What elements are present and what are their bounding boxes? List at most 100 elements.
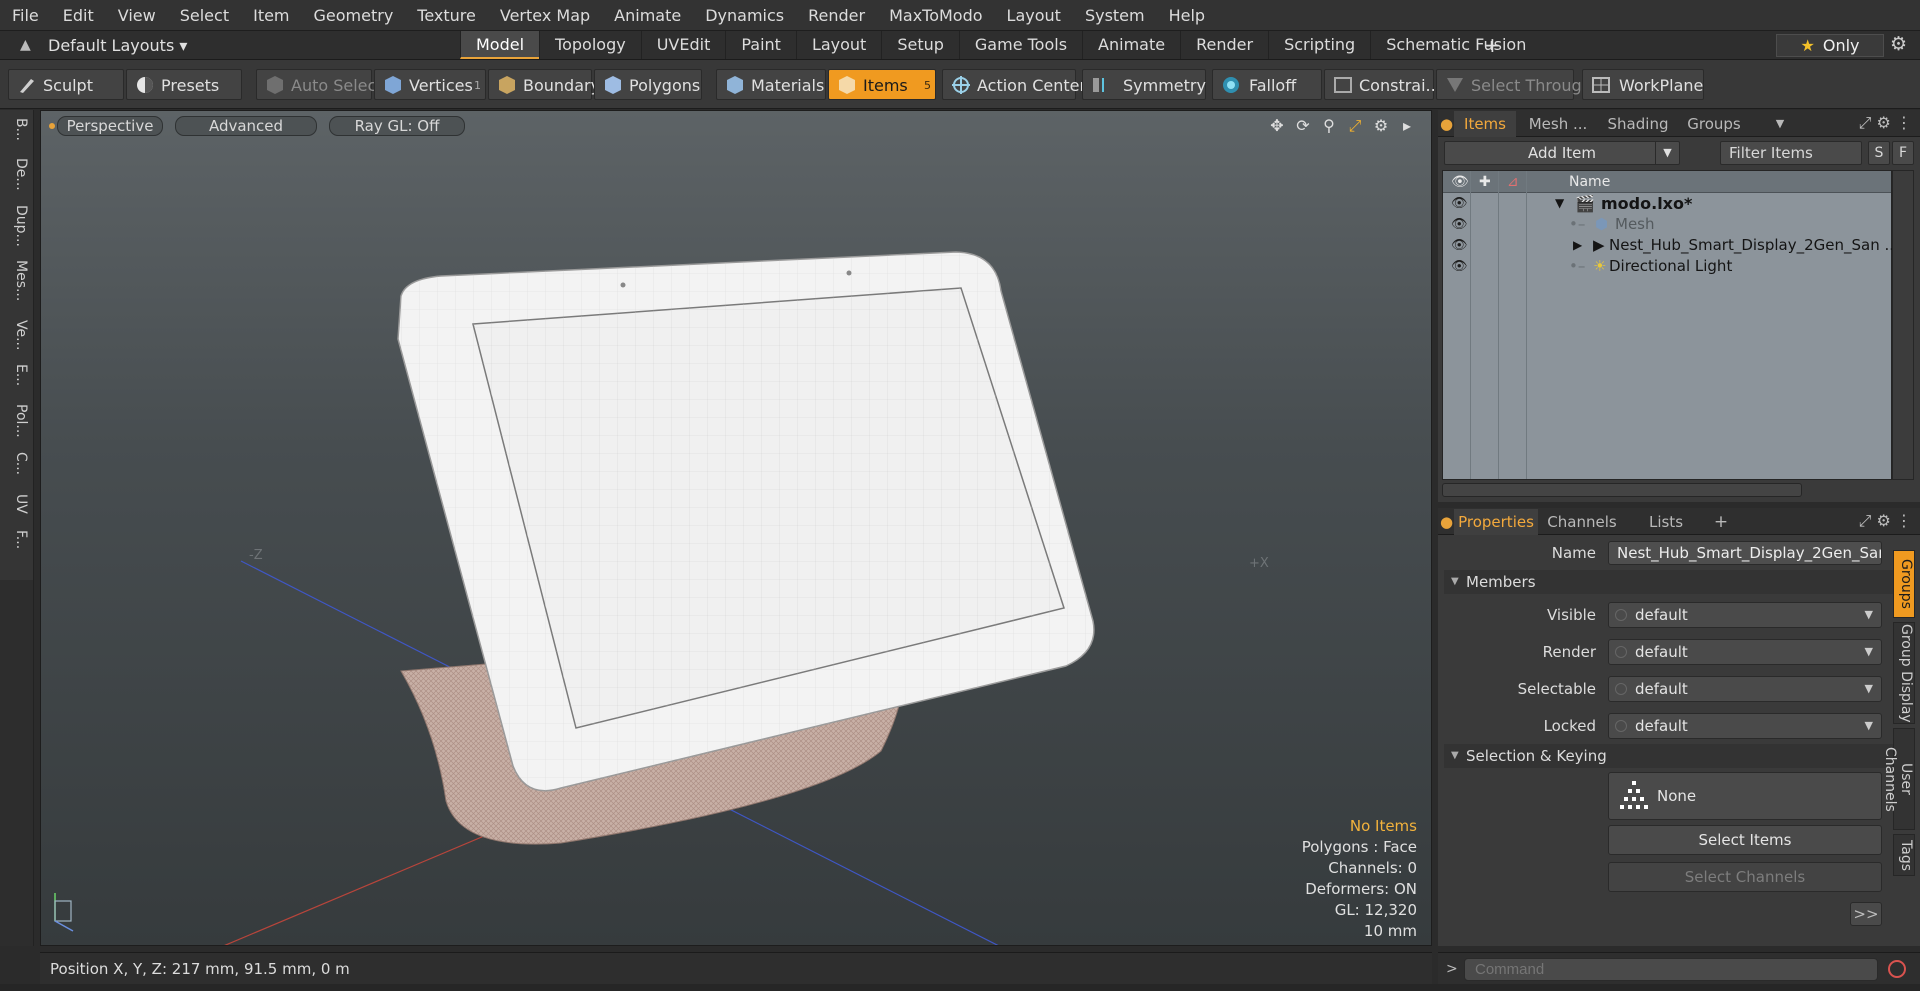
gear-icon[interactable]: ⚙: [1890, 33, 1907, 55]
visible-dropdown[interactable]: default ▼: [1608, 602, 1882, 628]
workplane-button[interactable]: WorkPlane: [1582, 69, 1704, 100]
zoom-icon[interactable]: ⚲: [1319, 116, 1339, 136]
only-toggle[interactable]: ★ Only: [1776, 34, 1884, 57]
tab-channels[interactable]: Channels: [1540, 509, 1624, 535]
tab-shading[interactable]: Shading: [1600, 111, 1676, 137]
left-tab-edge[interactable]: E...: [5, 364, 29, 386]
boundary-button[interactable]: Boundary: [488, 69, 600, 100]
menu-edit[interactable]: Edit: [51, 0, 106, 31]
tree-vertical-scrollbar[interactable]: [1892, 170, 1914, 480]
tab-properties[interactable]: Properties: [1454, 509, 1538, 535]
sculpt-button[interactable]: Sculpt: [8, 69, 124, 100]
action-center-button[interactable]: Action Center: [942, 69, 1086, 100]
side-tab-tags[interactable]: Tags: [1893, 834, 1915, 876]
expand-right-icon[interactable]: ▶: [1573, 235, 1582, 256]
auto-select-button[interactable]: Auto Select: [256, 69, 383, 100]
tab-setup[interactable]: Setup: [881, 31, 959, 59]
eye-icon[interactable]: 👁: [1451, 214, 1468, 235]
left-tab-mesh-edit[interactable]: Mes...: [5, 260, 29, 301]
select-items-button[interactable]: Select Items: [1608, 825, 1882, 855]
tree-row-scene[interactable]: 👁 ▼ 🎬 modo.lxo*: [1443, 193, 1891, 214]
name-field[interactable]: Nest_Hub_Smart_Display_2Gen_Sand: [1608, 541, 1882, 565]
advanced-dropdown[interactable]: Advanced: [175, 116, 317, 136]
tab-paint[interactable]: Paint: [725, 31, 796, 59]
panel-expand-gear-icons[interactable]: ⤢ ⚙ ⋮: [1859, 511, 1912, 531]
select-through-button[interactable]: Select Through: [1436, 69, 1592, 100]
side-tab-user-channels[interactable]: User Channels: [1882, 728, 1915, 830]
menu-render[interactable]: Render: [796, 0, 877, 31]
side-tab-groups[interactable]: Groups: [1893, 550, 1915, 618]
panel-expand-gear-icons[interactable]: ⤢ ⚙ ⋮: [1859, 113, 1912, 133]
left-tab-vertex[interactable]: Ve...: [5, 320, 29, 350]
more-button[interactable]: >>: [1850, 902, 1882, 926]
menu-geometry[interactable]: Geometry: [302, 0, 406, 31]
polygons-button[interactable]: Polygons: [594, 69, 702, 100]
menu-system[interactable]: System: [1073, 0, 1157, 31]
add-tab-button[interactable]: +: [1484, 31, 1501, 59]
tab-mesh[interactable]: Mesh ...: [1518, 111, 1598, 137]
eye-icon[interactable]: 👁: [1451, 235, 1468, 256]
side-tab-group-display[interactable]: Group Display: [1893, 622, 1915, 724]
add-item-button[interactable]: Add Item ▼: [1444, 141, 1680, 165]
add-panel-tab-button[interactable]: +: [1712, 509, 1730, 535]
fit-icon[interactable]: ⤢: [1345, 116, 1365, 136]
menu-select[interactable]: Select: [168, 0, 241, 31]
tab-topology[interactable]: Topology: [539, 31, 641, 59]
tab-scripting[interactable]: Scripting: [1268, 31, 1370, 59]
left-tab-fusion[interactable]: F...: [5, 530, 29, 549]
filter-items-input[interactable]: Filter Items: [1720, 141, 1862, 165]
menu-layout[interactable]: Layout: [995, 0, 1073, 31]
left-tab-uv[interactable]: UV: [5, 494, 29, 514]
viewport-gear-icon[interactable]: ⚙: [1371, 116, 1391, 136]
render-dropdown[interactable]: default ▼: [1608, 639, 1882, 665]
tab-uvedit[interactable]: UVEdit: [640, 31, 726, 59]
record-macro-icon[interactable]: [1888, 960, 1906, 978]
tab-render[interactable]: Render: [1180, 31, 1268, 59]
tree-horizontal-scrollbar[interactable]: [1442, 483, 1802, 497]
left-tab-polygon[interactable]: Pol...: [5, 404, 29, 438]
materials-button[interactable]: Materials: [716, 69, 826, 100]
play-arrow-icon[interactable]: ▸: [1397, 116, 1417, 136]
tab-lists[interactable]: Lists: [1628, 509, 1704, 535]
eye-icon[interactable]: 👁: [1451, 193, 1468, 214]
add-item-chevron-icon[interactable]: ▼: [1655, 142, 1679, 164]
pan-icon[interactable]: ✥: [1267, 116, 1287, 136]
default-layouts-dropdown[interactable]: ▲ Default Layouts ▾: [8, 31, 187, 60]
menu-file[interactable]: File: [0, 0, 51, 31]
falloff-button[interactable]: Falloff: [1212, 69, 1322, 100]
locked-dropdown[interactable]: default ▼: [1608, 713, 1882, 739]
left-tab-duplicate[interactable]: Dup...: [5, 205, 29, 247]
selection-keying-section[interactable]: ▼ Selection & Keying: [1444, 744, 1914, 768]
menu-texture[interactable]: Texture: [405, 0, 488, 31]
tree-row-directional-light[interactable]: 👁 •– ☀ Directional Light: [1443, 256, 1891, 277]
symmetry-button[interactable]: Symmetry: [1082, 69, 1206, 100]
menu-item[interactable]: Item: [241, 0, 301, 31]
menu-animate[interactable]: Animate: [602, 0, 693, 31]
tab-layout[interactable]: Layout: [795, 31, 881, 59]
perspective-dropdown[interactable]: Perspective: [57, 116, 163, 136]
tab-animate[interactable]: Animate: [1082, 31, 1180, 59]
keying-none-button[interactable]: None: [1608, 772, 1882, 820]
presets-button[interactable]: Presets: [126, 69, 242, 100]
menu-vertex-map[interactable]: Vertex Map: [488, 0, 602, 31]
tab-game-tools[interactable]: Game Tools: [958, 31, 1082, 59]
s-button[interactable]: S: [1868, 141, 1890, 165]
constraints-button[interactable]: Constrai...: [1324, 69, 1441, 100]
tab-model[interactable]: Model: [460, 31, 540, 59]
expand-down-icon[interactable]: ▼: [1555, 193, 1564, 214]
rotate-icon[interactable]: ⟳: [1293, 116, 1313, 136]
tree-row-nest-hub[interactable]: 👁 ▶ ▶ Nest_Hub_Smart_Display_2Gen_San ..…: [1443, 235, 1899, 256]
tab-schematic-fusion[interactable]: Schematic Fusion: [1370, 31, 1541, 59]
tree-row-mesh[interactable]: 👁 •– ⬢ Mesh: [1443, 214, 1891, 235]
left-tab-deform[interactable]: De...: [5, 158, 29, 191]
tab-items[interactable]: Items: [1454, 111, 1516, 137]
menu-help[interactable]: Help: [1157, 0, 1217, 31]
tabs-more-chevron-icon[interactable]: ▼: [1772, 111, 1788, 137]
menu-maxtomodo[interactable]: MaxToModo: [877, 0, 994, 31]
3d-viewport[interactable]: -Z +X Perspective Advanced Ray GL: Off ✥…: [40, 110, 1432, 946]
items-mode-button[interactable]: Items 5: [828, 69, 936, 100]
raygl-dropdown[interactable]: Ray GL: Off: [329, 116, 465, 136]
collapse-up-icon[interactable]: ▲: [20, 31, 31, 60]
eye-icon[interactable]: 👁: [1451, 256, 1468, 277]
menu-dynamics[interactable]: Dynamics: [693, 0, 796, 31]
